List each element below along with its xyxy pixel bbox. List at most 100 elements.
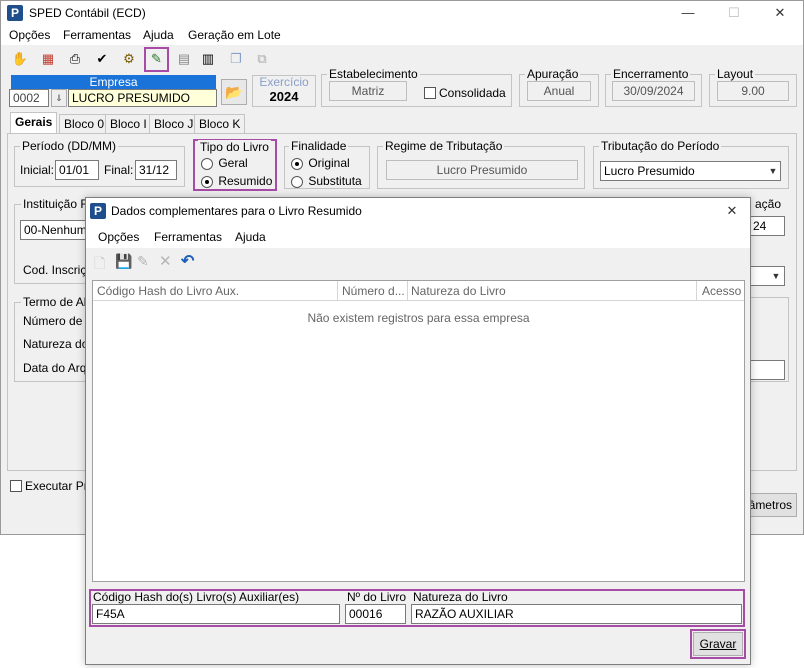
title-bar: P SPED Contábil (ECD) — ☐ ✕	[1, 1, 803, 25]
finalidade-label: Finalidade	[289, 139, 349, 153]
finalidade-substituta-option[interactable]: Substituta	[291, 174, 362, 188]
menu-ferramentas[interactable]: Ferramentas	[63, 28, 131, 42]
tipo-geral-option[interactable]: Geral	[201, 156, 248, 170]
chevron-down-icon[interactable]: ▼	[769, 267, 783, 285]
dialog-menu-opcoes[interactable]: Opções	[98, 230, 139, 244]
document-icon[interactable]: ▥	[197, 48, 219, 70]
print-icon[interactable]: ⎙	[64, 48, 86, 70]
tipo-livro-label: Tipo do Livro	[198, 140, 271, 154]
col-separator	[407, 281, 408, 301]
encerramento-field[interactable]: 30/09/2024	[612, 81, 695, 101]
ledger-icon[interactable]: ▤	[173, 48, 195, 70]
col-separator	[337, 281, 338, 301]
tools-icon[interactable]: ⚙	[118, 48, 140, 70]
menu-geracao-lote[interactable]: Geração em Lote	[188, 28, 281, 42]
menu-opcoes[interactable]: Opções	[9, 28, 50, 42]
apuracao-field[interactable]: Anual	[527, 81, 591, 101]
check-icon[interactable]: ✔	[91, 48, 113, 70]
window-title: SPED Contábil (ECD)	[29, 6, 146, 20]
companies-icon[interactable]: ▦	[37, 48, 59, 70]
tab-bloco-j[interactable]: Bloco J	[149, 114, 199, 134]
dialog-menu-ajuda[interactable]: Ajuda	[235, 230, 266, 244]
empresa-code-field[interactable]: 0002	[9, 89, 49, 107]
col-acesso[interactable]: Acesso	[702, 284, 741, 298]
finalidade-substituta-label: Substituta	[308, 174, 362, 188]
close-button[interactable]: ✕	[757, 1, 803, 25]
chevron-down-icon[interactable]: ▼	[766, 162, 780, 180]
executar-label: Executar Pré	[25, 479, 95, 493]
col-codigo-hash[interactable]: Código Hash do Livro Aux.	[97, 284, 239, 298]
estabelecimento-field[interactable]: Matriz	[329, 81, 407, 101]
final-field[interactable]: 31/12	[135, 160, 177, 180]
menu-ajuda[interactable]: Ajuda	[143, 28, 174, 42]
open-folder-icon[interactable]: 📂	[221, 79, 247, 105]
livros-grid: Código Hash do Livro Aux. Número d... Na…	[92, 280, 745, 582]
undo-icon[interactable]: ↶	[181, 251, 199, 270]
export-icon[interactable]: ⧉	[251, 48, 273, 70]
edit-book-icon[interactable]: ✎	[144, 47, 169, 72]
dialog-menu-ferramentas[interactable]: Ferramentas	[154, 230, 222, 244]
empresa-lookup-icon[interactable]: ⇓	[51, 89, 67, 107]
hand-icon[interactable]: ✋	[9, 48, 31, 70]
tipo-geral-radio[interactable]	[201, 157, 213, 170]
dialog-title: Dados complementares para o Livro Resumi…	[111, 204, 362, 218]
natureza-bg-label: Natureza do	[23, 337, 89, 351]
executar-checkbox[interactable]	[10, 480, 22, 492]
tab-bloco-k[interactable]: Bloco K	[194, 114, 246, 134]
tributacao-label: Tributação do Período	[599, 139, 722, 153]
app-logo-icon: P	[90, 203, 106, 219]
tipo-geral-label: Geral	[218, 156, 248, 170]
layout-label: Layout	[715, 67, 756, 81]
finalidade-substituta-radio[interactable]	[291, 175, 303, 188]
copy-icon[interactable]: ❐	[225, 48, 247, 70]
numero-livro-label: Nº do Livro	[347, 590, 407, 604]
instituicao-select[interactable]: 00-Nenhuma	[20, 220, 90, 240]
right-partial-field-2[interactable]	[749, 360, 785, 380]
hash-field[interactable]: F45A	[92, 604, 340, 624]
minimize-button[interactable]: —	[665, 1, 711, 25]
natureza-livro-field[interactable]: RAZÃO AUXILIAR	[411, 604, 742, 624]
dialog-livro-resumido: P Dados complementares para o Livro Resu…	[85, 197, 751, 665]
estabelecimento-label: Estabelecimento	[327, 67, 420, 81]
gravar-button[interactable]: Gravar	[693, 632, 743, 656]
exercicio-label: Exercício	[259, 75, 309, 89]
numero-livro-field[interactable]: 00016	[345, 604, 406, 624]
tributacao-select[interactable]: Lucro Presumido	[600, 161, 781, 181]
delete-icon[interactable]: ✕	[159, 252, 175, 270]
col-numero[interactable]: Número d...	[342, 284, 405, 298]
exercicio-value[interactable]: 2024	[252, 89, 316, 104]
hash-label: Código Hash do(s) Livro(s) Auxiliar(es)	[93, 590, 300, 604]
maximize-button[interactable]: ☐	[711, 1, 757, 25]
tab-bloco-0[interactable]: Bloco 0	[59, 114, 110, 134]
tab-bloco-i[interactable]: Bloco I	[105, 114, 152, 134]
grid-header: Código Hash do Livro Aux. Número d... Na…	[93, 281, 744, 301]
consolidada-label: Consolidada	[439, 86, 506, 100]
tab-gerais[interactable]: Gerais	[10, 112, 58, 134]
finalidade-original-option[interactable]: Original	[291, 156, 350, 170]
encerramento-label: Encerramento	[611, 67, 691, 81]
tipo-resumido-option[interactable]: Resumido	[201, 174, 272, 188]
inicial-label: Inicial:	[20, 163, 55, 177]
periodo-label: Período (DD/MM)	[20, 139, 119, 153]
final-label: Final:	[104, 163, 134, 177]
col-natureza[interactable]: Natureza do Livro	[411, 284, 506, 298]
inicial-field[interactable]: 01/01	[55, 160, 99, 180]
regime-field[interactable]: Lucro Presumido	[386, 160, 578, 180]
finalidade-original-radio[interactable]	[291, 157, 303, 170]
dialog-close-button[interactable]: ✕	[712, 198, 752, 224]
finalidade-original-label: Original	[308, 156, 350, 170]
gravar-label: Gravar	[699, 637, 737, 651]
new-document-icon[interactable]: 🗋	[94, 253, 110, 271]
right-partial-field[interactable]: 24	[749, 216, 785, 236]
empty-message: Não existem registros para essa empresa	[307, 311, 530, 325]
tipo-resumido-label: Resumido	[218, 174, 273, 188]
empresa-name-field[interactable]: LUCRO PRESUMIDO	[68, 89, 217, 107]
consolidada-checkbox[interactable]	[424, 87, 436, 99]
layout-field[interactable]: 9.00	[717, 81, 789, 101]
natureza-livro-label: Natureza do Livro	[413, 590, 508, 604]
empresa-label: Empresa	[11, 75, 216, 89]
right-partial-label: ação	[755, 197, 782, 211]
tipo-resumido-radio[interactable]	[201, 175, 213, 188]
edit-icon[interactable]: ✎	[137, 253, 153, 271]
save-icon[interactable]: 💾	[115, 253, 132, 269]
